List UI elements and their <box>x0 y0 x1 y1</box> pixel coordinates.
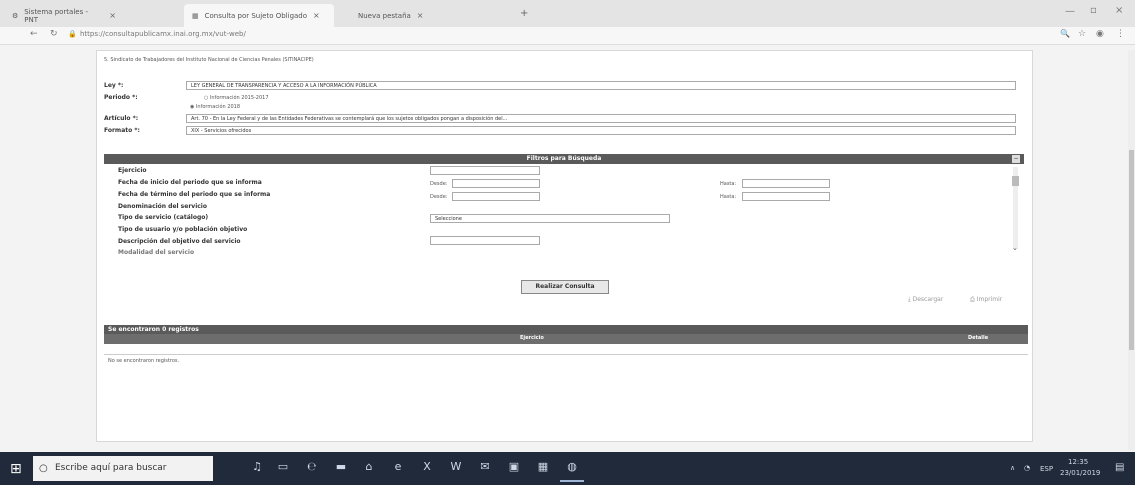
formato-select[interactable]: XIX - Servicios ofrecidos <box>186 126 1016 135</box>
results-columns <box>104 334 1028 344</box>
word-icon[interactable]: W <box>449 460 463 474</box>
hasta-label: Hasta: <box>720 194 737 200</box>
close-icon[interactable]: × <box>109 11 116 20</box>
language-indicator[interactable]: ESP <box>1040 465 1053 473</box>
articulo-label: Artículo *: <box>104 115 139 122</box>
descargar-button[interactable]: ⤓ Descargar <box>908 296 943 304</box>
desde-label: Desde: <box>430 194 448 200</box>
url-field[interactable]: https://consultapublicamx.inai.org.mx/vu… <box>80 30 680 42</box>
subject-title: 5. Sindicato de Trabajadores del Institu… <box>104 57 314 63</box>
browser-tab-bar <box>0 0 1135 27</box>
no-results-message: No se encontraron registros. <box>108 358 180 364</box>
periodo-option-2015[interactable]: ○ Información 2015-2017 <box>204 95 269 101</box>
window-close-icon[interactable]: × <box>1115 5 1123 16</box>
minimize-icon[interactable]: — <box>1065 6 1075 17</box>
windows-start-icon[interactable]: ⊞ <box>10 461 22 477</box>
descripcion-input[interactable] <box>430 236 540 245</box>
calculator-icon[interactable]: ▦ <box>536 460 550 474</box>
notifications-icon[interactable]: ▤ <box>1115 462 1124 473</box>
active-app-indicator <box>560 480 584 482</box>
filter-tipo-servicio-label: Tipo de servicio (catálogo) <box>118 214 209 221</box>
tab-consulta[interactable]: ▦ Consulta por Sujeto Obligado × <box>184 4 334 27</box>
download-icon: ⤓ <box>908 296 911 303</box>
restore-icon[interactable]: ▫ <box>1090 5 1097 16</box>
filter-tipo-usuario-label: Tipo de usuario y/o población objetivo <box>118 226 248 233</box>
filter-fecha-termino-label: Fecha de término del periodo que se info… <box>118 191 271 198</box>
task-view-icon[interactable]: ▭ <box>276 460 290 474</box>
zoom-icon[interactable]: 🔍 <box>1060 29 1070 38</box>
periodo-label: Periodo *: <box>104 94 138 101</box>
close-icon[interactable]: × <box>313 11 320 20</box>
tab-favicon: ▦ <box>192 11 199 20</box>
tab-sistema-portales[interactable]: ⚙ Sistema portales - PNT × <box>4 4 124 27</box>
imprimir-button[interactable]: ⎙ Imprimir <box>970 296 1002 304</box>
network-icon[interactable]: ◔ <box>1024 464 1030 472</box>
clock-time[interactable]: 12:35 <box>1068 458 1088 466</box>
ley-select[interactable]: LEY GENERAL DE TRANSPARENCIA Y ACCESO A … <box>186 81 1016 90</box>
filter-fecha-inicio-label: Fecha de inicio del periodo que se infor… <box>118 179 262 186</box>
back-icon[interactable]: ← <box>30 29 38 39</box>
column-ejercicio: Ejercicio <box>520 335 544 341</box>
filter-modalidad-label: Modalidad del servicio <box>118 249 195 256</box>
lock-icon: 🔒 <box>68 30 77 38</box>
fecha-inicio-desde-input[interactable] <box>452 179 540 188</box>
fecha-termino-desde-input[interactable] <box>452 192 540 201</box>
table-divider <box>104 354 1028 355</box>
tab-favicon: ⚙ <box>12 11 19 20</box>
filters-header: Filtros para Búsqueda <box>104 154 1024 164</box>
ley-label: Ley *: <box>104 82 124 89</box>
star-icon[interactable]: ☆ <box>1078 29 1086 39</box>
fecha-termino-hasta-input[interactable] <box>742 192 830 201</box>
close-icon[interactable]: × <box>417 11 424 20</box>
fecha-inicio-hasta-input[interactable] <box>742 179 830 188</box>
filter-ejercicio-label: Ejercicio <box>118 167 147 174</box>
clock-date[interactable]: 23/01/2019 <box>1060 469 1100 477</box>
excel-icon[interactable]: X <box>420 460 434 474</box>
page-scrollbar-thumb[interactable] <box>1129 150 1134 350</box>
hasta-label: Hasta: <box>720 181 737 187</box>
account-icon[interactable]: ◉ <box>1096 29 1104 39</box>
realizar-consulta-button[interactable]: Realizar Consulta <box>521 280 609 294</box>
collapse-icon[interactable]: − <box>1012 155 1020 163</box>
tab-nueva[interactable]: Nueva pestaña × <box>350 4 510 27</box>
tipo-servicio-select[interactable]: Seleccione <box>430 214 670 223</box>
reload-icon[interactable]: ↻ <box>50 29 58 39</box>
store-icon[interactable]: ⌂ <box>362 460 376 474</box>
taskbar-search[interactable]: ○ Escribe aquí para buscar <box>33 456 213 481</box>
desde-label: Desde: <box>430 181 448 187</box>
articulo-select[interactable]: Art. 70 - En la Ley Federal y de las Ent… <box>186 114 1016 123</box>
chrome-icon[interactable]: ◍ <box>565 460 579 474</box>
outlook-icon[interactable]: ✉ <box>478 460 492 474</box>
tray-expand-icon[interactable]: ∧ <box>1010 464 1015 472</box>
filter-descripcion-label: Descripción del objetivo del servicio <box>118 238 241 245</box>
internet-explorer-icon[interactable]: e <box>391 460 405 474</box>
results-header: Se encontraron 0 registros <box>104 325 1028 334</box>
remote-icon[interactable]: ▣ <box>507 460 521 474</box>
file-explorer-icon[interactable]: ▬ <box>334 460 348 474</box>
scrollbar-thumb[interactable] <box>1012 176 1019 186</box>
print-icon: ⎙ <box>970 296 975 303</box>
formato-label: Formato *: <box>104 127 140 134</box>
ejercicio-input[interactable] <box>430 166 540 175</box>
filter-denominacion-label: Denominación del servicio <box>118 203 207 210</box>
periodo-option-2018[interactable]: ◉ Información 2018 <box>190 104 240 110</box>
new-tab-icon[interactable]: + <box>520 8 528 19</box>
chevron-down-icon[interactable]: ⌄ <box>1012 244 1018 252</box>
microphone-icon[interactable]: ♫ <box>250 460 264 474</box>
edge-icon[interactable]: ℮ <box>305 460 319 474</box>
menu-icon[interactable]: ⋮ <box>1116 29 1125 39</box>
column-detalle: Detalle <box>968 335 989 341</box>
search-circle-icon: ○ <box>39 463 48 474</box>
